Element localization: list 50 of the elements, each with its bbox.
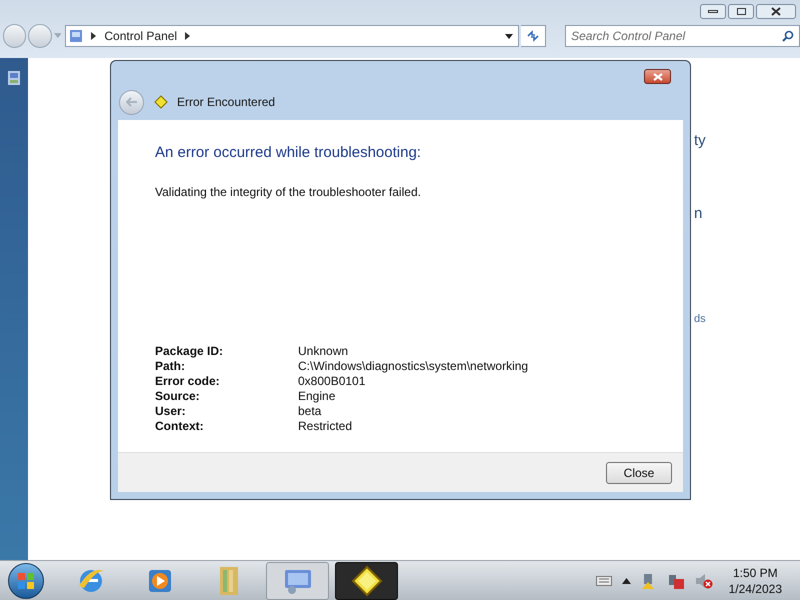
detail-value: Restricted [298, 419, 354, 434]
dropdown-arrow-icon[interactable] [504, 34, 513, 38]
dialog-heading: An error occurred while troubleshooting: [155, 143, 422, 163]
flag-warning-icon[interactable] [640, 572, 657, 590]
refresh-icon [526, 30, 540, 42]
close-button[interactable] [756, 4, 796, 19]
dialog-title: Error Encountered [177, 94, 276, 111]
back-arrow-icon [126, 97, 138, 107]
warning-diamond-icon [350, 564, 382, 596]
panel-text: ty [694, 131, 707, 151]
close-icon [771, 7, 781, 16]
error-message: Validating the integrity of the troubleshooter failed. [155, 184, 422, 200]
address-bar[interactable]: Control Panel [65, 25, 519, 47]
detail-value: 0x800B0101 [298, 374, 366, 389]
detail-label: Source: [155, 389, 201, 404]
refresh-button[interactable] [520, 25, 546, 47]
detail-label: User: [155, 404, 187, 419]
chevron-right-icon [185, 32, 190, 40]
detail-label: Path: [155, 359, 186, 374]
windows-logo-icon [17, 572, 35, 590]
control-panel-icon [69, 29, 84, 43]
detail-value: beta [298, 404, 322, 419]
warning-diamond-icon [154, 95, 168, 109]
detail-value: Engine [298, 389, 336, 404]
search-input[interactable]: Search Control Panel [571, 27, 782, 45]
breadcrumb[interactable]: Control Panel [104, 27, 178, 45]
close-icon [652, 72, 662, 80]
clock-time: 1:50 PM [732, 564, 778, 580]
volume-muted-icon[interactable] [694, 572, 713, 590]
search-field[interactable]: Search Control Panel [565, 25, 800, 47]
panel-text: n [694, 204, 704, 224]
detail-label: Package ID: [155, 344, 224, 359]
close-button[interactable] [644, 69, 671, 84]
start-button[interactable] [8, 562, 44, 598]
keyboard-icon[interactable] [596, 576, 612, 586]
detail-label: Error code: [155, 374, 221, 389]
search-icon [782, 30, 794, 42]
clock[interactable]: 1:50 PM 1/24/2023 [728, 564, 782, 596]
close-button[interactable]: Close [606, 462, 672, 484]
minimize-button[interactable] [700, 4, 726, 19]
detail-label: Context: [155, 419, 205, 434]
caret-up-icon[interactable] [622, 578, 631, 584]
chevron-right-icon [91, 32, 96, 40]
detail-value: Unknown [298, 344, 350, 359]
control-panel-icon[interactable] [7, 70, 21, 86]
clock-date: 1/24/2023 [728, 580, 782, 596]
restore-button[interactable] [728, 4, 754, 19]
taskbar-button[interactable] [335, 562, 398, 600]
detail-value: C:\Windows\diagnostics\system\networking [298, 359, 530, 374]
panel-text: ds [694, 312, 707, 327]
